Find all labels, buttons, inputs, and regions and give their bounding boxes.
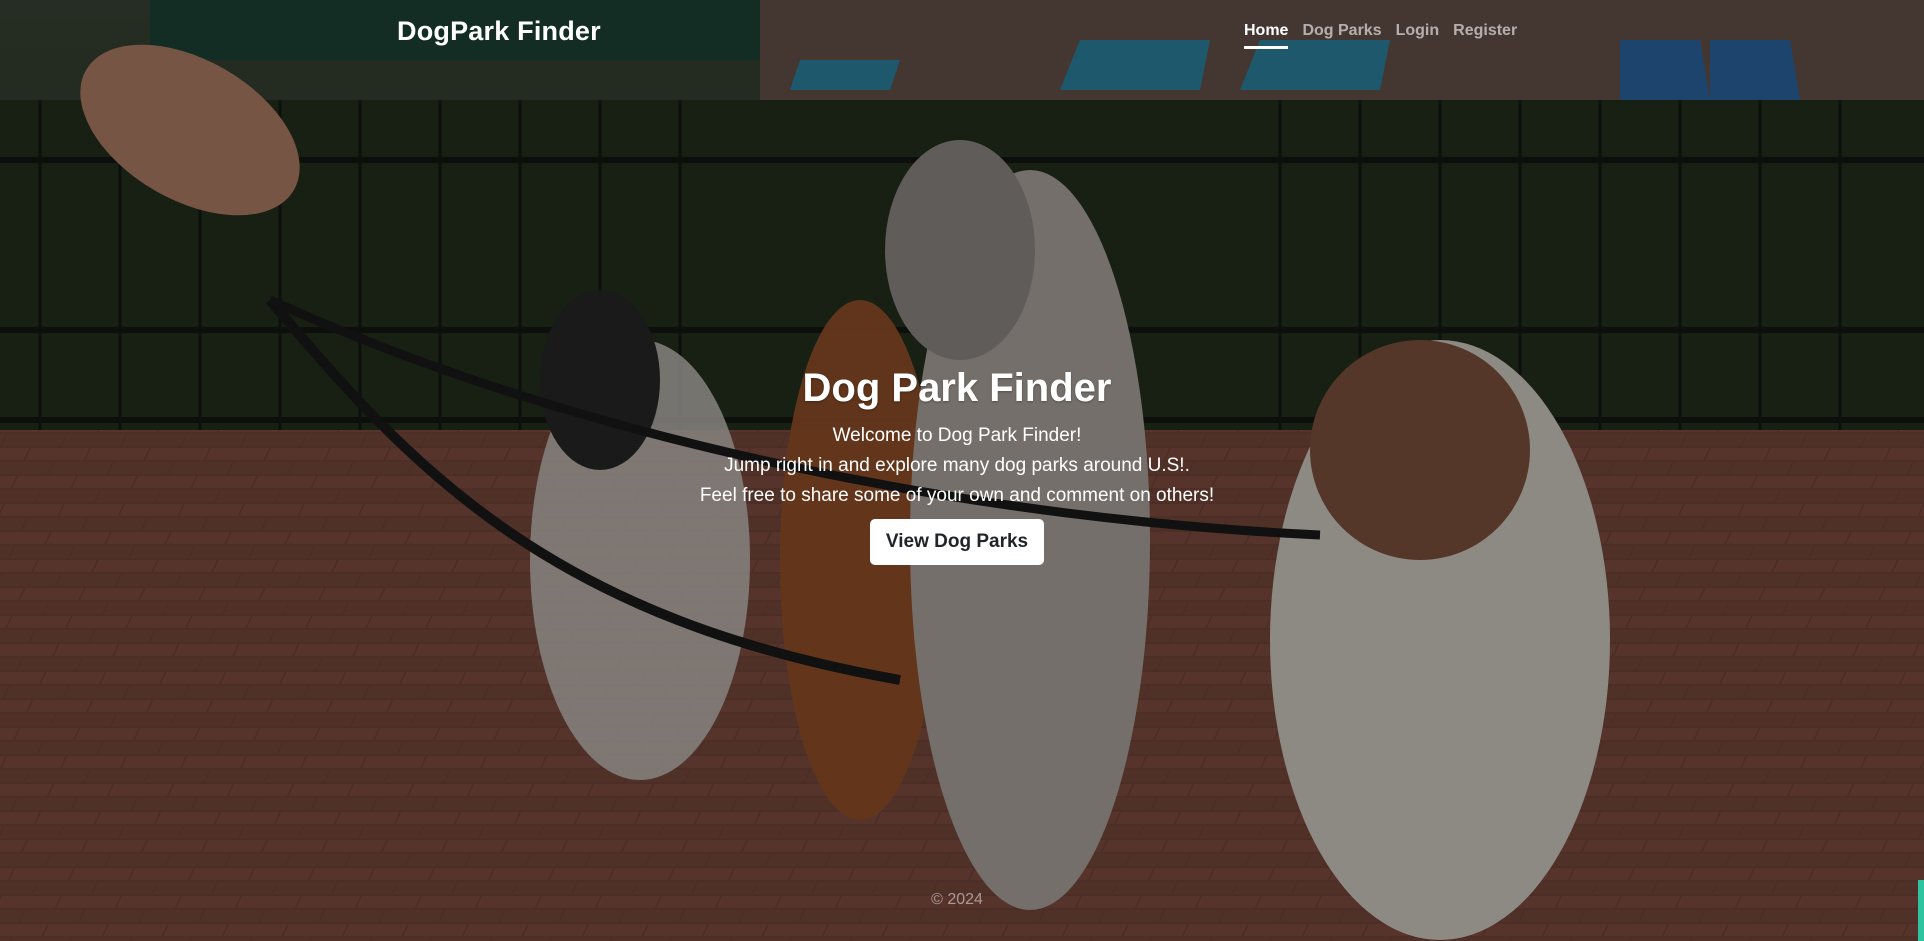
hero-content: Dog Park Finder Welcome to Dog Park Find… bbox=[0, 366, 1914, 565]
scrollbar-thumb[interactable] bbox=[1918, 880, 1924, 941]
hero-share-line: Feel free to share some of your own and … bbox=[699, 485, 1215, 506]
brand-logo-text[interactable]: DogPark Finder bbox=[397, 16, 601, 47]
nav-link-home[interactable]: Home bbox=[1244, 22, 1289, 49]
hero-explore-line: Jump right in and explore many dog parks… bbox=[724, 455, 1190, 476]
footer-copyright: © 2024 bbox=[931, 891, 983, 908]
nav-link-login[interactable]: Login bbox=[1396, 22, 1440, 49]
navbar: DogPark Finder Home Dog Parks Login Regi… bbox=[0, 0, 1924, 70]
hero-section: DogPark Finder Home Dog Parks Login Regi… bbox=[0, 0, 1924, 941]
hero-title: Dog Park Finder bbox=[802, 366, 1112, 410]
hero-welcome-line: Welcome to Dog Park Finder! bbox=[832, 425, 1082, 446]
nav-links: Home Dog Parks Login Register bbox=[1244, 22, 1517, 49]
nav-link-register[interactable]: Register bbox=[1453, 22, 1517, 49]
nav-link-dog-parks[interactable]: Dog Parks bbox=[1302, 22, 1381, 49]
view-dog-parks-button[interactable]: View Dog Parks bbox=[869, 519, 1045, 565]
